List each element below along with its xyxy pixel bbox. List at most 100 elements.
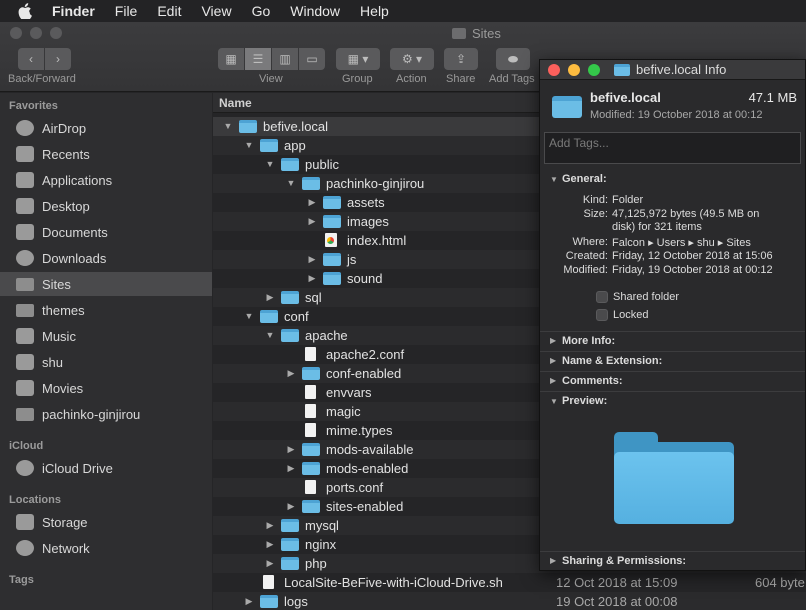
sidebar-item-documents[interactable]: Documents <box>0 220 212 244</box>
desktop-icon <box>16 198 34 214</box>
folder-preview-front <box>614 452 734 524</box>
apple-icon[interactable] <box>18 3 32 19</box>
folder-icon <box>260 139 278 152</box>
info-close-button[interactable] <box>548 64 560 76</box>
sidebar-item-sites[interactable]: Sites <box>0 272 212 296</box>
row-name: magic <box>326 404 361 419</box>
name-extension-section[interactable]: ▶ Name & Extension: <box>540 351 805 371</box>
info-minimize-button[interactable] <box>568 64 580 76</box>
folder-icon <box>16 407 34 421</box>
gallery-icon: ▭ <box>306 52 318 66</box>
menu-view[interactable]: View <box>201 3 231 19</box>
column-view-button[interactable]: ▥ <box>272 48 298 70</box>
sidebar-item-applications[interactable]: Applications <box>0 168 212 192</box>
icon-view-button[interactable]: ▦ <box>218 48 244 70</box>
disclosure-closed-icon[interactable]: ▶ <box>550 336 556 345</box>
sidebar-item-shu[interactable]: shu <box>0 350 212 374</box>
menu-bar: Finder File Edit View Go Window Help <box>0 0 806 22</box>
sidebar-item-music[interactable]: Music <box>0 324 212 348</box>
disclosure-open-icon[interactable]: ▼ <box>550 397 558 406</box>
file-row[interactable]: LocalSite-BeFive-with-iCloud-Drive.sh 12 … <box>213 573 806 592</box>
disclosure-closed-icon[interactable]: ▶ <box>550 556 556 565</box>
disclosure-open-icon[interactable]: ▼ <box>223 121 233 131</box>
share-label: Share <box>446 73 476 85</box>
sidebar-item-themes[interactable]: themes <box>0 298 212 322</box>
disclosure-closed-icon[interactable]: ▶ <box>307 216 317 226</box>
disclosure-open-icon[interactable]: ▼ <box>286 178 296 188</box>
disclosure-closed-icon[interactable]: ▶ <box>265 558 275 568</box>
disclosure-closed-icon[interactable]: ▶ <box>286 501 296 511</box>
disclosure-open-icon[interactable]: ▼ <box>265 330 275 340</box>
share-button[interactable]: ⇪ <box>444 48 478 70</box>
comments-section[interactable]: ▶ Comments: <box>540 371 805 391</box>
tags-field[interactable]: Add Tags... <box>544 132 801 164</box>
add-tags-button[interactable]: ⬬ <box>496 48 530 70</box>
sharing-permissions-section[interactable]: ▶ Sharing & Permissions: <box>540 551 805 570</box>
document-icon <box>305 423 316 437</box>
row-name: js <box>347 252 357 267</box>
tag-icon: ⬬ <box>507 51 519 66</box>
shared-folder-label: Shared folder <box>613 291 680 303</box>
back-button[interactable]: ‹ <box>18 48 44 70</box>
menu-file[interactable]: File <box>115 3 138 19</box>
sidebar-item-label: pachinko-ginjirou <box>42 406 141 422</box>
tags-group: ⬬ <box>496 48 530 70</box>
action-button[interactable]: ⚙ ▾ <box>390 48 434 70</box>
disclosure-open-icon[interactable]: ▼ <box>265 159 275 169</box>
disclosure-closed-icon[interactable]: ▶ <box>550 376 556 385</box>
disclosure-closed-icon[interactable]: ▶ <box>286 368 296 378</box>
folder-row[interactable]: ▶ logs 19 Oct 2018 at 00:08 <box>213 592 806 610</box>
sidebar-item-pachinko-ginjirou[interactable]: pachinko-ginjirou <box>0 402 212 426</box>
disclosure-closed-icon[interactable]: ▶ <box>265 520 275 530</box>
more-info-section[interactable]: ▶ More Info: <box>540 331 805 351</box>
sidebar-item-recents[interactable]: Recents <box>0 142 212 166</box>
row-name: index.html <box>347 233 407 248</box>
sidebar-item-movies[interactable]: Movies <box>0 376 212 400</box>
info-zoom-button[interactable] <box>588 64 600 76</box>
disclosure-closed-icon[interactable]: ▶ <box>307 273 317 283</box>
disclosure-closed-icon[interactable]: ▶ <box>286 463 296 473</box>
disclosure-closed-icon[interactable]: ▶ <box>307 254 317 264</box>
disclosure-open-icon[interactable]: ▼ <box>550 175 558 184</box>
action-dropdown[interactable]: ⚙ ▾ <box>390 48 434 70</box>
row-date: 19 Oct 2018 at 00:08 <box>556 594 678 609</box>
sidebar-item-downloads[interactable]: Downloads <box>0 246 212 270</box>
close-button[interactable] <box>10 27 22 39</box>
disclosure-closed-icon[interactable]: ▶ <box>244 596 254 606</box>
sidebar-item-icloud-drive[interactable]: iCloud Drive <box>0 456 212 480</box>
list-view-button[interactable]: ☰ <box>245 48 271 70</box>
disclosure-closed-icon[interactable]: ▶ <box>265 292 275 302</box>
sidebar-item-desktop[interactable]: Desktop <box>0 194 212 218</box>
row-name: pachinko-ginjirou <box>326 176 425 191</box>
disclosure-open-icon[interactable]: ▼ <box>244 140 254 150</box>
menu-edit[interactable]: Edit <box>157 3 181 19</box>
menu-window[interactable]: Window <box>290 3 340 19</box>
disclosure-closed-icon[interactable]: ▶ <box>265 539 275 549</box>
group-dropdown[interactable]: ▦ ▾ <box>336 48 380 70</box>
forward-button[interactable]: › <box>45 48 71 70</box>
disclosure-closed-icon[interactable]: ▶ <box>286 444 296 454</box>
disclosure-closed-icon[interactable]: ▶ <box>550 356 556 365</box>
folder-icon <box>302 177 320 190</box>
menu-finder[interactable]: Finder <box>52 3 95 19</box>
locations-header: Locations <box>9 494 61 506</box>
gallery-view-button[interactable]: ▭ <box>299 48 325 70</box>
folder-icon <box>16 303 34 317</box>
general-section: ▼ General: Kind: Folder Size: 47,125,972… <box>540 170 805 330</box>
sidebar-item-storage[interactable]: Storage <box>0 510 212 534</box>
group-button[interactable]: ▦ ▾ <box>336 48 380 70</box>
locked-checkbox[interactable] <box>596 309 608 321</box>
menu-help[interactable]: Help <box>360 3 389 19</box>
disclosure-open-icon[interactable]: ▼ <box>244 311 254 321</box>
minimize-button[interactable] <box>30 27 42 39</box>
shared-folder-checkbox[interactable] <box>596 291 608 303</box>
disclosure-closed-icon[interactable]: ▶ <box>307 197 317 207</box>
info-item-modified: Modified: 19 October 2018 at 00:12 <box>590 109 763 121</box>
sidebar-item-network[interactable]: Network <box>0 536 212 560</box>
list-icon: ☰ <box>252 52 264 66</box>
menu-go[interactable]: Go <box>252 3 271 19</box>
zoom-button[interactable] <box>50 27 62 39</box>
documents-icon <box>16 224 34 240</box>
info-panel: befive.local Info befive.local 47.1 MB M… <box>539 59 806 571</box>
sidebar-item-airdrop[interactable]: AirDrop <box>0 116 212 140</box>
